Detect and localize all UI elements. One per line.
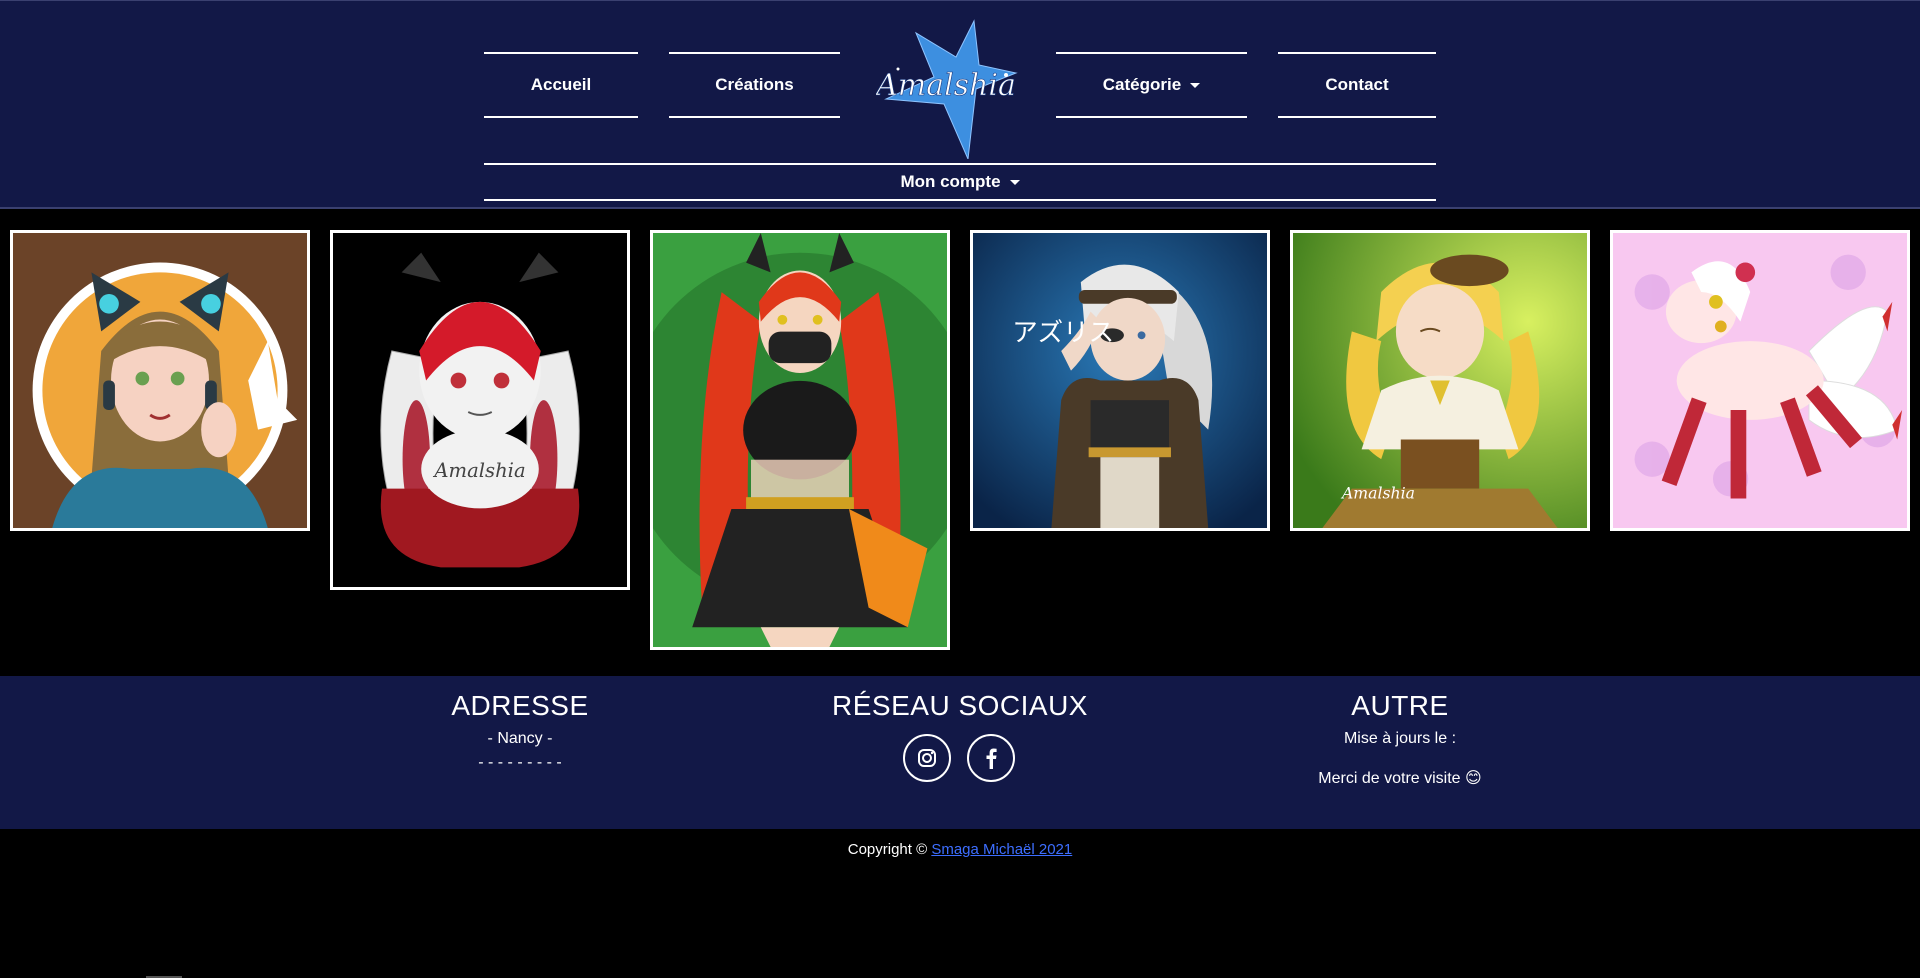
gallery-item[interactable] bbox=[10, 230, 310, 531]
site-footer: ADRESSE - Nancy - - - - - - - - - - RÉSE… bbox=[0, 676, 1920, 829]
nav-contact[interactable]: Contact bbox=[1278, 52, 1436, 118]
account-menu[interactable]: Mon compte bbox=[484, 163, 1436, 201]
facebook-button[interactable] bbox=[967, 734, 1015, 782]
facebook-icon bbox=[986, 748, 997, 769]
gallery-item[interactable] bbox=[650, 230, 950, 650]
address-title: ADRESSE bbox=[451, 690, 589, 721]
chevron-down-icon bbox=[1009, 179, 1020, 185]
account-label: Mon compte bbox=[900, 172, 1001, 191]
site-logo[interactable]: Amalshia bbox=[873, 19, 1022, 161]
chevron-down-icon bbox=[1190, 82, 1201, 88]
gallery-item[interactable] bbox=[1610, 230, 1910, 531]
copyright-prefix: Copyright © bbox=[847, 841, 928, 858]
gallery-item[interactable]: Amalshia bbox=[1290, 230, 1590, 531]
nav-categorie[interactable]: Catégorie bbox=[1056, 52, 1247, 118]
footer-other: AUTRE Mise à jours le : Merci de votre v… bbox=[1250, 690, 1550, 788]
nav-accueil[interactable]: Accueil bbox=[484, 52, 638, 118]
footer-address: ADRESSE - Nancy - - - - - - - - - - bbox=[420, 690, 620, 772]
author-link[interactable]: Smaga Michaël 2021 bbox=[931, 841, 1072, 858]
address-city: - Nancy - bbox=[487, 730, 553, 747]
gallery-item[interactable]: アズリス bbox=[970, 230, 1270, 531]
other-title: AUTRE bbox=[1351, 690, 1449, 721]
svg-text:Amalshia: Amalshia bbox=[876, 68, 1016, 103]
nav-creations[interactable]: Créations bbox=[669, 52, 840, 118]
site-header: Accueil Créations Amalshia Catégorie Con… bbox=[0, 0, 1920, 209]
svg-text:Amalshia: Amalshia bbox=[432, 459, 525, 482]
update-label: Mise à jours le : bbox=[1343, 730, 1457, 747]
instagram-icon bbox=[918, 749, 936, 767]
svg-text:アズリス: アズリス bbox=[1012, 318, 1114, 348]
nav-categorie-label: Catégorie bbox=[1102, 75, 1182, 94]
social-title: RÉSEAU SOCIAUX bbox=[832, 690, 1088, 721]
address-line: - - - - - - - - - bbox=[478, 754, 562, 771]
svg-text:Amalshia: Amalshia bbox=[1340, 483, 1415, 502]
instagram-button[interactable] bbox=[903, 734, 951, 782]
gallery-item[interactable]: Amalshia bbox=[330, 230, 630, 590]
footer-social: RÉSEAU SOCIAUX bbox=[810, 690, 1110, 722]
copyright: Copyright © Smaga Michaël 2021 bbox=[0, 841, 1920, 858]
thanks-text: Merci de votre visite 😊 bbox=[1318, 770, 1482, 787]
gallery: Amalshia アズリス Amalshia bbox=[0, 229, 1920, 650]
